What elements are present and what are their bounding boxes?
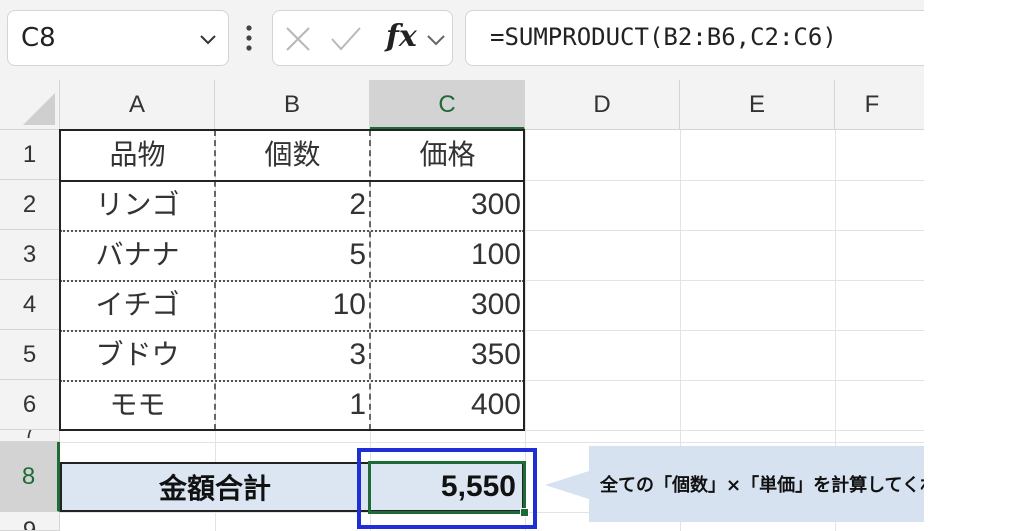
- formula-text: =SUMPRODUCT(B2:B6,C2:C6): [490, 23, 837, 51]
- cell-b5[interactable]: 3: [215, 330, 370, 380]
- row-header-8[interactable]: 8: [0, 442, 60, 512]
- row-header-6[interactable]: 6: [0, 380, 60, 430]
- row-header-9[interactable]: 9: [0, 512, 60, 531]
- row-divider: [60, 380, 524, 382]
- name-box-value: C8: [21, 23, 56, 53]
- row-header-7[interactable]: 7: [0, 430, 60, 442]
- column-header-c[interactable]: C: [370, 80, 525, 130]
- column-header-a[interactable]: A: [60, 80, 215, 130]
- gridline: [60, 442, 924, 443]
- chevron-down-icon[interactable]: [196, 27, 220, 51]
- cell-a5[interactable]: ブドウ: [60, 330, 215, 380]
- select-all-triangle-icon: [23, 93, 55, 125]
- cell-b1[interactable]: 個数: [215, 130, 370, 180]
- row-header-3[interactable]: 3: [0, 230, 60, 280]
- cell-c4[interactable]: 300: [370, 280, 525, 330]
- row-header-5[interactable]: 5: [0, 330, 60, 380]
- cell-a6[interactable]: モモ: [60, 380, 215, 430]
- column-header-b[interactable]: B: [215, 80, 370, 130]
- cell-a4[interactable]: イチゴ: [60, 280, 215, 330]
- column-header-f[interactable]: F: [835, 80, 924, 130]
- callout-text: 全ての「個数」×「単価」を計算してくれる！: [600, 475, 924, 496]
- cell-b4[interactable]: 10: [215, 280, 370, 330]
- cell-c2[interactable]: 300: [370, 180, 525, 230]
- insert-function-button[interactable]: fx: [386, 19, 417, 54]
- formula-input[interactable]: =SUMPRODUCT(B2:B6,C2:C6): [465, 10, 924, 66]
- cell-a2[interactable]: リンゴ: [60, 180, 215, 230]
- cell-a8-total-label[interactable]: 金額合計: [60, 462, 370, 512]
- cell-b3[interactable]: 5: [215, 230, 370, 280]
- column-header-d[interactable]: D: [525, 80, 680, 130]
- cell-c5[interactable]: 350: [370, 330, 525, 380]
- row-divider: [60, 230, 524, 232]
- name-box[interactable]: C8: [7, 10, 229, 66]
- confirm-check-icon[interactable]: [329, 24, 363, 54]
- row-divider: [60, 280, 524, 282]
- formula-actions: fx: [272, 10, 453, 66]
- select-all-button[interactable]: [0, 80, 60, 130]
- cell-b6[interactable]: 1: [215, 380, 370, 430]
- formula-bar: C8 fx =SUMPRODUCT(B2:B6,C2:C6): [0, 0, 924, 80]
- row-header-1[interactable]: 1: [0, 130, 60, 180]
- cancel-icon[interactable]: [283, 24, 313, 54]
- row-divider: [60, 330, 524, 332]
- cell-b2[interactable]: 2: [215, 180, 370, 230]
- chevron-down-icon[interactable]: [425, 30, 447, 50]
- cell-c3[interactable]: 100: [370, 230, 525, 280]
- column-divider: [214, 130, 216, 430]
- cell-a1[interactable]: 品物: [60, 130, 215, 180]
- row-header-2[interactable]: 2: [0, 180, 60, 230]
- cell-a3[interactable]: バナナ: [60, 230, 215, 280]
- callout-pointer: [545, 471, 589, 499]
- cell-c6[interactable]: 400: [370, 380, 525, 430]
- more-options-icon[interactable]: [244, 20, 254, 56]
- highlight-frame: [357, 448, 537, 529]
- cell-c1[interactable]: 価格: [370, 130, 525, 180]
- spreadsheet-grid: A B C D E F 1 2 3 4 5 6 7 8 9 品物 個数 価格 リ…: [0, 80, 924, 531]
- column-header-e[interactable]: E: [680, 80, 835, 130]
- column-divider: [369, 130, 371, 430]
- row-header-4[interactable]: 4: [0, 280, 60, 330]
- gridline: [60, 430, 924, 431]
